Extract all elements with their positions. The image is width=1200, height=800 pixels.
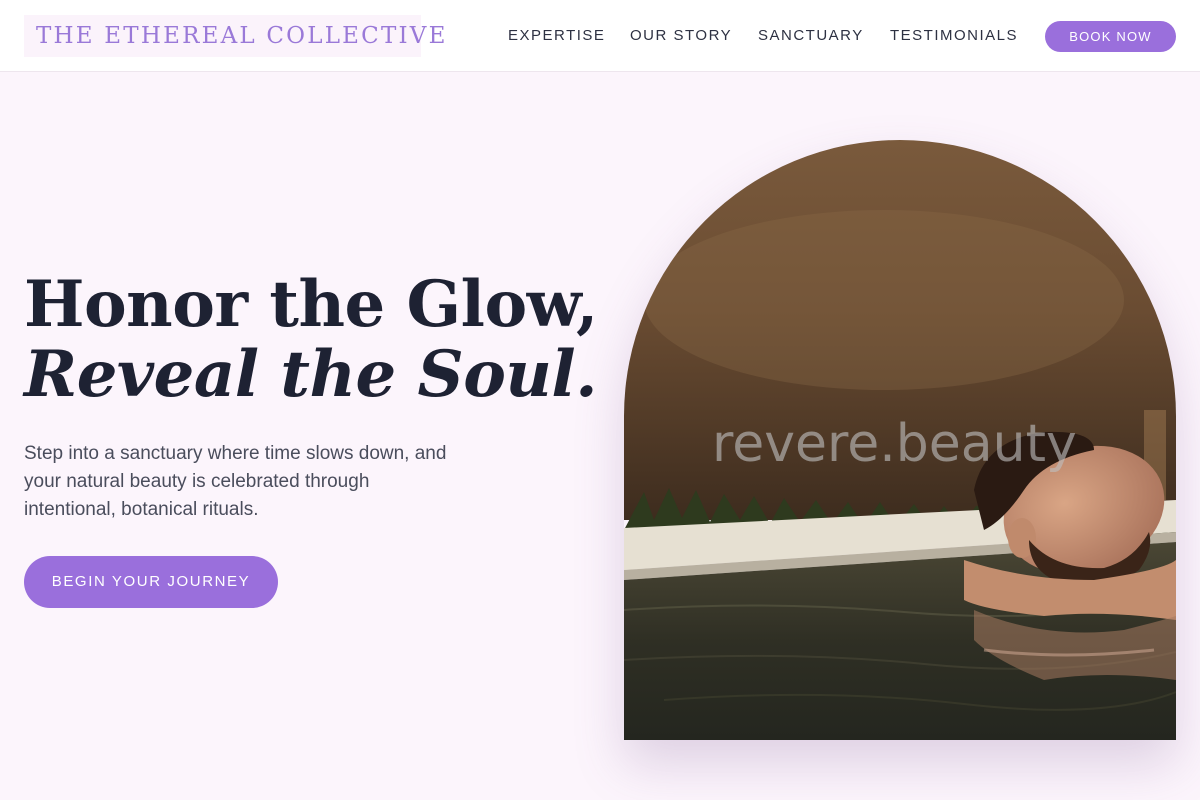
- site-header: THE ETHEREAL COLLECTIVE EXPERTISE OUR ST…: [0, 0, 1200, 72]
- nav-link-sanctuary[interactable]: SANCTUARY: [758, 26, 864, 46]
- hero-title-line-1: Honor the Glow,: [24, 267, 598, 342]
- nav-link-our-story[interactable]: OUR STORY: [630, 26, 732, 46]
- hero-title-line-2: Reveal the Soul.: [24, 337, 597, 412]
- hero-title: Honor the Glow, Reveal the Soul.: [24, 270, 598, 410]
- nav-link-testimonials[interactable]: TESTIMONIALS: [890, 26, 1018, 46]
- hero-description: Step into a sanctuary where time slows d…: [24, 443, 447, 520]
- image-watermark: revere.beauty: [712, 414, 1077, 474]
- hero-image: revere.beauty: [624, 140, 1176, 740]
- brand-logo[interactable]: THE ETHEREAL COLLECTIVE: [24, 15, 445, 57]
- nav-link-expertise[interactable]: EXPERTISE: [508, 26, 605, 46]
- begin-journey-button[interactable]: BEGIN YOUR JOURNEY: [24, 556, 278, 608]
- book-now-button[interactable]: BOOK NOW: [1045, 21, 1176, 52]
